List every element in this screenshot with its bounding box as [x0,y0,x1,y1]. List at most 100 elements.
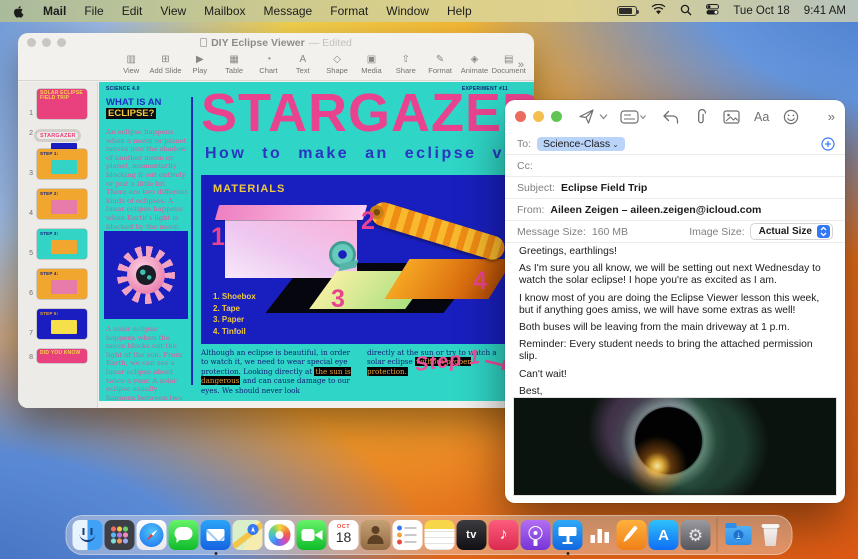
image-size-select[interactable]: Actual Size [749,223,833,240]
dock-icon-trash[interactable] [756,520,786,550]
select-stepper-icon [817,225,830,238]
from-field[interactable]: From: Aileen Zeigen – aileen.zeigen@iclo… [505,199,845,221]
mail-minimize-button[interactable] [533,111,544,122]
slide-thumbnail-6[interactable]: 6 STEP 4: [18,269,97,299]
dock-icon-facetime[interactable] [296,520,327,550]
send-options-chevron-icon[interactable] [599,113,608,120]
dock-icon-pages[interactable] [616,520,647,550]
keynote-close-button[interactable] [27,38,36,47]
slide-heading-what-is-an-eclipse: WHAT IS AN ECLIPSE? [106,97,162,119]
dock-icon-maps[interactable] [232,520,263,550]
toolbar-chart-button[interactable]: ◔ Chart [251,53,285,75]
mail-compose-window: Aa » To: Science-Class ⌄ Cc: Subject: Ecl… [505,100,845,503]
dock-icon-keynote[interactable] [552,520,583,555]
dock-icon-photos[interactable] [264,520,295,550]
wifi-icon[interactable] [651,3,666,18]
menu-clock-time[interactable]: 9:41 AM [804,5,846,17]
dock-icon-music[interactable]: ♪ [488,520,519,550]
toolbar-play-button[interactable]: ▶ Play [183,53,217,75]
toolbar-text-button[interactable]: A Text [286,53,320,75]
spotlight-search-icon[interactable] [680,4,692,19]
toolbar-view-button[interactable]: ▥ View [114,53,148,75]
dock-icon-reminders[interactable] [392,520,423,550]
insert-photo-icon[interactable] [723,109,740,124]
slide-thumbnail-4[interactable]: 4 STEP 2: [18,189,97,219]
dock-icon-launchpad[interactable] [104,520,135,550]
animate-icon: ◈ [470,54,479,65]
header-fields-icon[interactable] [620,109,646,124]
dock-icon-downloads[interactable]: ↓ [724,520,754,550]
attachment-eclipse-photo[interactable] [513,397,837,496]
control-center-icon[interactable] [706,4,720,18]
toolbar-table-button[interactable]: ▦ Table [217,53,251,75]
dock-icon-safari[interactable] [136,520,167,550]
recipient-token-science-class[interactable]: Science-Class ⌄ [537,136,625,151]
toolbar-overflow-chevron-icon[interactable]: » [518,59,524,71]
toolbar-format-button[interactable]: ✎ Format [423,53,457,75]
keynote-title-bar[interactable]: DIY Eclipse Viewer — Edited [18,33,534,52]
slide-thumbnail-1[interactable]: 1 SOLAR ECLIPSE FIELD TRIP [18,89,97,119]
slide-divider-line [191,97,193,385]
text-format-icon[interactable]: Aa [754,110,769,124]
battery-icon[interactable] [617,6,640,16]
dock-icon-system-settings[interactable]: ⚙ [680,520,711,550]
menu-mailbox[interactable]: Mailbox [204,4,245,18]
subject-field[interactable]: Subject: Eclipse Field Trip [505,177,845,199]
media-icon: ▣ [366,54,377,65]
cc-field[interactable]: Cc: [505,155,845,177]
toolbar-animate-button[interactable]: ◈ Animate [457,53,491,75]
message-body[interactable]: Greetings, earthlings! As I'm sure you a… [519,246,831,415]
slide-thumbnail-8[interactable]: 8 DID YOU KNOW [18,349,97,363]
slide-course-label: SCIENCE 4.0 [106,86,140,92]
menu-bar: Mail File Edit View Mailbox Message Form… [0,0,858,22]
reply-icon[interactable] [662,110,679,124]
toolbar-share-button[interactable]: ⇧ Share [389,53,423,75]
body-paragraph: Both buses will be leaving from the main… [519,322,790,334]
dock-icon-mail[interactable] [200,520,231,555]
emoji-icon[interactable] [783,109,799,125]
send-icon[interactable] [578,108,595,125]
mail-toolbar[interactable]: Aa » [505,100,845,133]
dock-icon-app-store[interactable]: A [648,520,679,550]
slide-thumbnail-3[interactable]: 3 STEP 1: [18,149,97,179]
mail-close-button[interactable] [515,111,526,122]
menu-format[interactable]: Format [330,4,368,18]
add-recipient-button[interactable] [821,137,835,154]
slide-thumbnail-5[interactable]: 5 STEP 3: [18,229,97,259]
keynote-zoom-button[interactable] [57,38,66,47]
slide-thumbnail-7[interactable]: 7 STEP 5: [18,309,97,339]
dock-icon-podcasts[interactable] [520,520,551,550]
menu-window[interactable]: Window [386,4,429,18]
menu-help[interactable]: Help [447,4,472,18]
menu-clock-date[interactable]: Tue Oct 18 [733,5,789,17]
mail-zoom-button[interactable] [551,111,562,122]
toolbar-media-button[interactable]: ▣ Media [354,53,388,75]
dock-icon-contacts[interactable] [360,520,391,550]
mail-toolbar-overflow-chevron-icon[interactable]: » [828,109,835,124]
view-icon: ▥ [126,54,136,65]
to-field[interactable]: To: Science-Class ⌄ [505,133,845,155]
materials-item-tape: 2. Tape [213,303,240,313]
shoebox-lid-illustration [214,205,368,220]
menu-app-name[interactable]: Mail [43,4,66,18]
dock-icon-numbers[interactable] [584,520,615,550]
dock-icon-notes[interactable] [424,520,455,550]
dock-icon-tv[interactable]: tv [456,520,487,550]
keynote-minimize-button[interactable] [42,38,51,47]
slide-thumbnail-2-selected[interactable]: 2 STARGAZER [18,129,97,157]
toolbar-add-slide-button[interactable]: ⊞ Add Slide [148,53,182,75]
menu-file[interactable]: File [84,4,103,18]
sun-eclipse-icon [117,246,175,304]
apple-menu-icon[interactable] [12,5,25,18]
dock-icon-finder[interactable] [72,520,103,550]
menu-view[interactable]: View [160,4,186,18]
menu-edit[interactable]: Edit [122,4,143,18]
slide-stargazers[interactable]: SCIENCE 4.0 EXPERIMENT #11 WHAT IS AN ECL… [99,82,534,401]
slide-title-stargazers: STARGAZERS [201,83,534,143]
menu-message[interactable]: Message [264,4,313,18]
callout-3: 3 [331,285,345,313]
dock-icon-calendar[interactable]: OCT 18 [328,520,359,550]
dock-icon-messages[interactable] [168,520,199,550]
attach-paperclip-icon[interactable] [694,108,708,125]
toolbar-shape-button[interactable]: ◇ Shape [320,53,354,75]
